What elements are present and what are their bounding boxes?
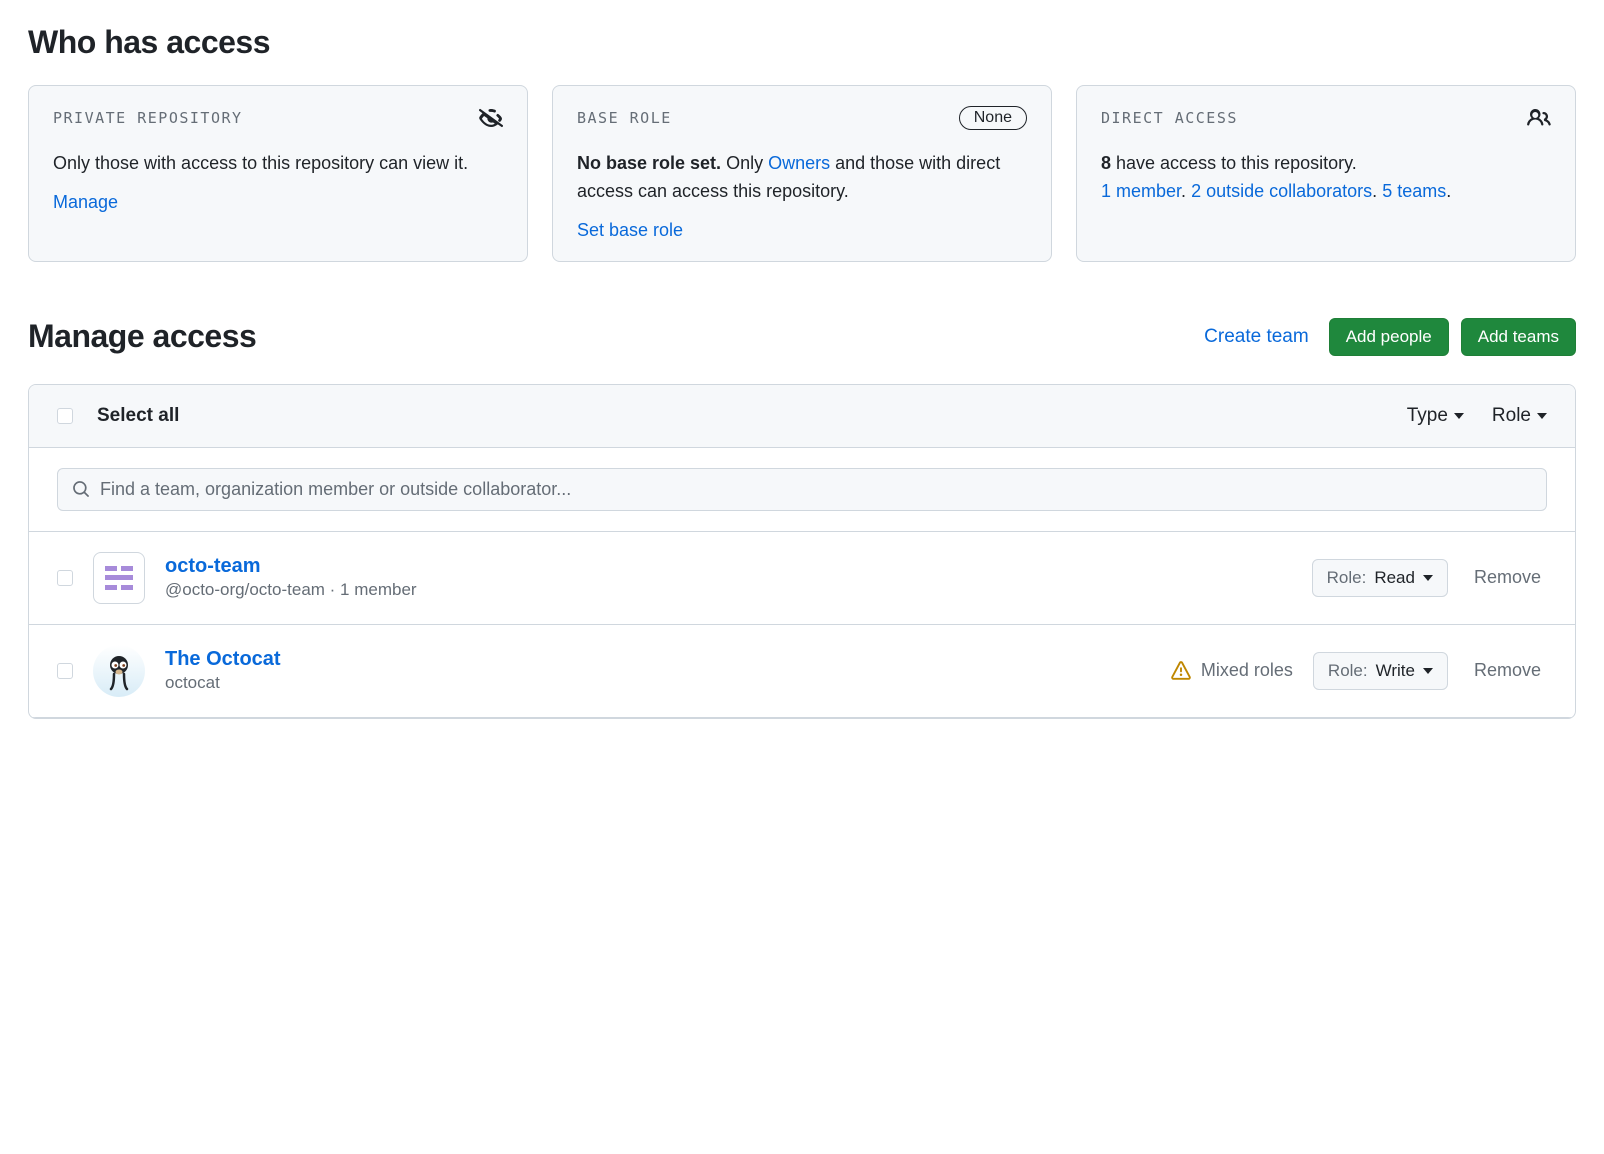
role-value: Read <box>1374 568 1415 588</box>
caret-down-icon <box>1423 575 1433 581</box>
entity-name-link[interactable]: octo-team <box>165 555 261 577</box>
base-role-body-strong: No base role set. <box>577 153 721 173</box>
manage-access-heading: Manage access <box>28 318 256 355</box>
mixed-roles-label: Mixed roles <box>1201 660 1293 681</box>
row-checkbox[interactable] <box>57 663 73 679</box>
user-avatar <box>93 645 145 697</box>
private-repo-body: Only those with access to this repositor… <box>53 150 503 178</box>
alert-icon <box>1171 661 1191 681</box>
members-link[interactable]: 1 member <box>1101 181 1181 201</box>
manage-privacy-link[interactable]: Manage <box>53 192 118 212</box>
mixed-roles-indicator: Mixed roles <box>1171 660 1293 681</box>
team-avatar <box>93 552 145 604</box>
set-base-role-link[interactable]: Set base role <box>577 220 683 240</box>
people-icon <box>1527 106 1551 130</box>
owners-link[interactable]: Owners <box>768 153 830 173</box>
outside-collaborators-link[interactable]: 2 outside collaborators <box>1191 181 1372 201</box>
entity-subtitle: @octo-org/octo-team · 1 member <box>165 580 1292 600</box>
role-filter-label: Role <box>1492 405 1531 427</box>
role-value: Write <box>1376 661 1415 681</box>
direct-access-card: DIRECT ACCESS 8 have access to this repo… <box>1076 85 1576 262</box>
remove-button[interactable]: Remove <box>1468 652 1547 689</box>
manage-access-header: Manage access Create team Add people Add… <box>28 318 1576 356</box>
search-field[interactable] <box>57 468 1547 511</box>
caret-down-icon <box>1454 413 1464 419</box>
base-role-body-pre: Only <box>721 153 768 173</box>
who-has-access-heading: Who has access <box>28 24 1576 61</box>
base-role-badge: None <box>959 106 1027 130</box>
sep3: . <box>1446 181 1451 201</box>
access-cards: PRIVATE REPOSITORY Only those with acces… <box>28 85 1576 262</box>
caret-down-icon <box>1423 668 1433 674</box>
private-repo-title: PRIVATE REPOSITORY <box>53 109 243 127</box>
table-row: octo-team @octo-org/octo-team · 1 member… <box>29 532 1575 625</box>
role-dropdown[interactable]: Role: Write <box>1313 652 1448 690</box>
search-icon <box>72 480 90 498</box>
type-filter[interactable]: Type <box>1407 405 1464 427</box>
remove-button[interactable]: Remove <box>1468 559 1547 596</box>
create-team-button[interactable]: Create team <box>1196 326 1317 348</box>
add-teams-button[interactable]: Add teams <box>1461 318 1576 356</box>
row-checkbox[interactable] <box>57 570 73 586</box>
teams-link[interactable]: 5 teams <box>1382 181 1446 201</box>
select-all-label: Select all <box>97 405 179 427</box>
select-all-checkbox[interactable] <box>57 408 73 424</box>
type-filter-label: Type <box>1407 405 1448 427</box>
entity-name-link[interactable]: The Octocat <box>165 648 281 670</box>
search-input[interactable] <box>100 479 1532 500</box>
sep1: . <box>1181 181 1191 201</box>
private-repo-card: PRIVATE REPOSITORY Only those with acces… <box>28 85 528 262</box>
entity-subtitle: octocat <box>165 673 1151 693</box>
sep2: . <box>1372 181 1382 201</box>
base-role-card: BASE ROLE None No base role set. Only Ow… <box>552 85 1052 262</box>
role-prefix: Role: <box>1327 568 1367 588</box>
panel-header: Select all Type Role <box>29 385 1575 448</box>
role-prefix: Role: <box>1328 661 1368 681</box>
direct-access-body: 8 have access to this repository. 1 memb… <box>1101 150 1551 206</box>
direct-access-title: DIRECT ACCESS <box>1101 109 1238 127</box>
role-filter[interactable]: Role <box>1492 405 1547 427</box>
access-panel: Select all Type Role octo-team <box>28 384 1576 719</box>
table-row: The Octocat octocat Mixed roles Role: Wr… <box>29 625 1575 718</box>
direct-access-suffix: have access to this repository. <box>1111 153 1357 173</box>
direct-access-count: 8 <box>1101 153 1111 173</box>
add-people-button[interactable]: Add people <box>1329 318 1449 356</box>
base-role-title: BASE ROLE <box>577 109 672 127</box>
base-role-body: No base role set. Only Owners and those … <box>577 150 1027 206</box>
eye-closed-icon <box>479 106 503 130</box>
role-dropdown[interactable]: Role: Read <box>1312 559 1448 597</box>
caret-down-icon <box>1537 413 1547 419</box>
